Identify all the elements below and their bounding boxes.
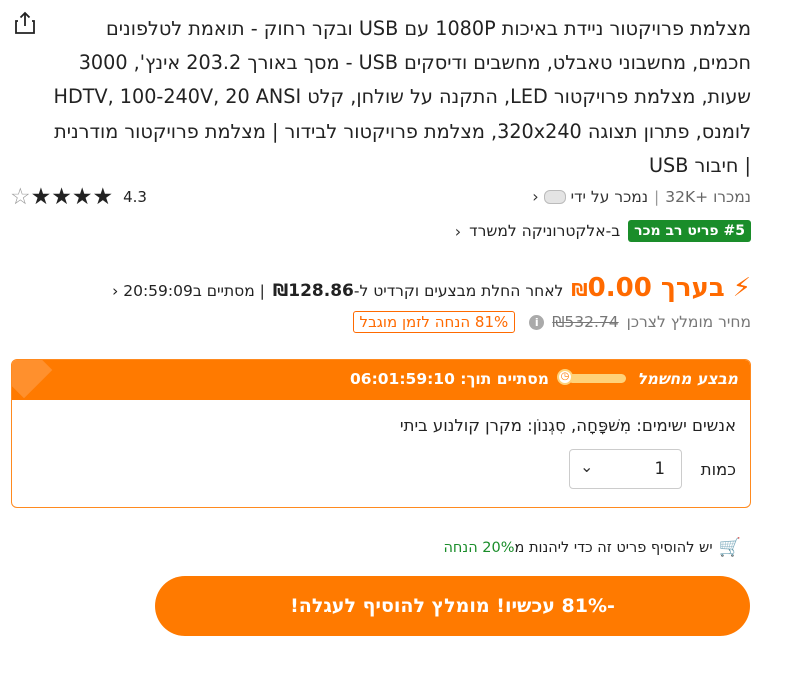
deal-box: מבצע מחשמל ◷ מסתיים תוך: 06:01:59:10 אנש… (11, 359, 751, 508)
chevron-left-icon: ‹ (112, 282, 119, 300)
deal-decoration (12, 360, 53, 399)
star-icon: ★ (51, 184, 72, 210)
best-seller-badge: #5 פריט רב מכר (628, 220, 751, 242)
sold-count: נמכרו +32K (665, 187, 751, 206)
price-ends[interactable]: | מסתיים ב20:59:09 ‹ (112, 282, 265, 300)
ends-label: | מסתיים ב (192, 282, 265, 300)
deal-progress-bar (568, 374, 626, 383)
rating-stars[interactable]: ☆ ★ ★ ★ ★ 4.3 (10, 184, 147, 210)
star-icon: ★ (30, 184, 52, 210)
bundle-text-main: יש להוסיף פריט זה כדי ליהנות מ (514, 539, 713, 556)
quantity-value: 1 (654, 459, 666, 478)
bundle-discount: 20% הנחה (443, 539, 515, 556)
bundle-offer: 🛒 יש להוסיף פריט זה כדי ליהנות מ20% הנחה (443, 537, 741, 558)
price-main: בערך ₪0.00 (571, 273, 724, 303)
variant-selection: אנשים ישימים: מִשׁפָּחָה, סִגְנוֹן: מקרן… (399, 416, 736, 435)
product-title: מצלמת פרויקטור ניידת באיכות 1080P עם USB… (53, 17, 751, 177)
info-icon[interactable]: i (529, 314, 545, 330)
product-meta-row: ☆ ★ ★ ★ ★ 4.3 נמכרו +32K | נמכר על ידי ‹ (10, 184, 751, 212)
bundle-text: יש להוסיף פריט זה כדי ליהנות מ20% הנחה (443, 540, 712, 556)
orig-label: מחיר מומלץ לצרכן (626, 313, 751, 331)
after-text: לאחר החלת מבצעים וקרדיט ל- (353, 282, 564, 300)
sold-info: נמכרו +32K | נמכר על ידי ‹ (532, 187, 751, 206)
discount-tag: 81% הנחה לזמן מוגבל (352, 311, 516, 333)
deal-ends-label: מסתיים תוך: (460, 370, 549, 388)
seller-logo (543, 189, 566, 204)
star-icon: ★ (71, 184, 93, 210)
price-prefix: בערך (660, 273, 725, 303)
chevron-left-icon: ‹ (454, 221, 462, 241)
deal-ends-time: 06:01:59:10 (350, 370, 455, 388)
sold-by-label: נמכר על ידי (570, 187, 649, 206)
orig-price: ₪532.74 (552, 313, 619, 331)
add-to-cart-button[interactable]: -81% עכשיו! מומלץ להוסיף לעגלה! (155, 576, 750, 636)
credit-value: ₪128.86 (272, 281, 354, 301)
price-row: ⚡ בערך ₪0.00 לאחר החלת מבצעים וקרדיט ל-₪… (112, 273, 751, 303)
quantity-select[interactable]: 1 ⌄ (569, 449, 682, 489)
quantity-label: כמות (700, 460, 736, 479)
price-after-text: לאחר החלת מבצעים וקרדיט ל-₪128.86 (273, 281, 563, 301)
original-price-row: מחיר מומלץ לצרכן ₪532.74 i 81% הנחה לזמן… (352, 311, 751, 333)
clock-icon: ◷ (557, 369, 573, 385)
deal-title: מבצע מחשמל (637, 370, 738, 388)
rating-value: 4.3 (123, 188, 147, 206)
price-currency: ₪ (571, 280, 588, 301)
chevron-left-icon: ‹ (532, 187, 539, 206)
share-icon[interactable] (12, 10, 38, 36)
deal-header: מבצע מחשמל ◷ מסתיים תוך: 06:01:59:10 (12, 360, 750, 400)
best-seller-row[interactable]: #5 פריט רב מכר ב-אלקטרוניקה למשרד ‹ (455, 220, 751, 242)
divider: | (654, 187, 660, 206)
deal-ends: מסתיים תוך: 06:01:59:10 (350, 370, 549, 388)
ends-time: 20:59:09 (123, 282, 193, 300)
lightning-icon: ⚡ (732, 273, 751, 303)
cart-add-icon: 🛒 (718, 537, 741, 558)
star-half-icon: ☆ (10, 184, 31, 210)
category-link[interactable]: ב-אלקטרוניקה למשרד (469, 222, 620, 240)
price-value: 0.00 (587, 273, 652, 303)
chevron-down-icon: ⌄ (580, 457, 594, 476)
star-icon: ★ (92, 184, 114, 210)
seller-link[interactable]: נמכר על ידי ‹ (532, 187, 648, 206)
